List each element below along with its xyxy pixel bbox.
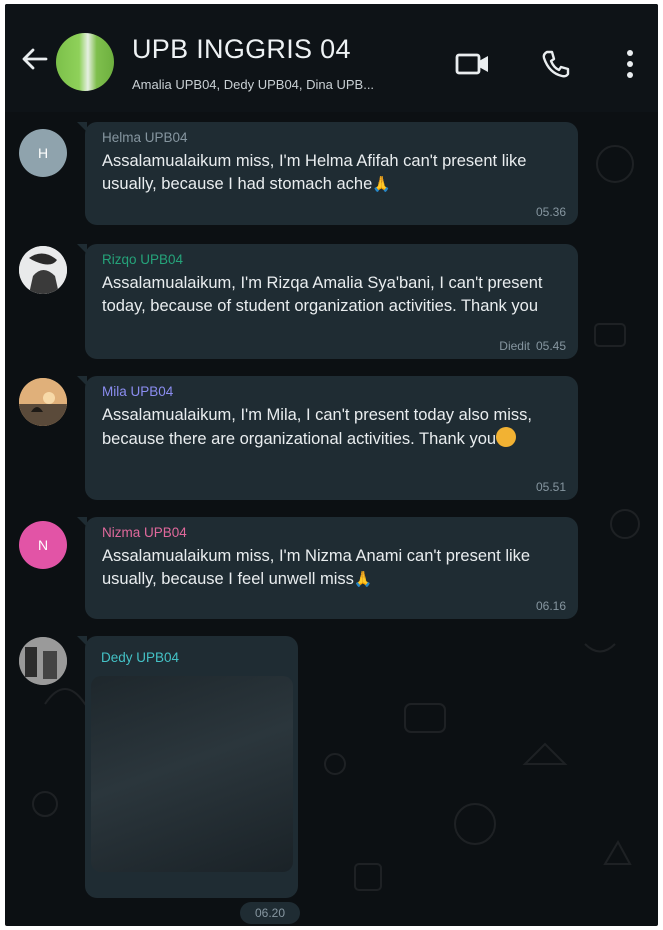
message-time: 06.20 xyxy=(240,902,300,924)
message-time: 06.16 xyxy=(535,599,566,613)
message-text: Assalamualaikum, I'm Rizqa Amalia Sya'ba… xyxy=(102,274,543,315)
chat-screen: UPB INGGRIS 04 Amalia UPB04, Dedy UPB04,… xyxy=(5,4,658,926)
folded-hands-emoji: 🙏 xyxy=(372,176,391,193)
chat-header: UPB INGGRIS 04 Amalia UPB04, Dedy UPB04,… xyxy=(5,4,658,112)
back-arrow-icon xyxy=(22,48,48,70)
media-message-bubble[interactable]: Dedy UPB04 xyxy=(77,636,298,898)
avatar[interactable]: N xyxy=(19,521,67,569)
avatar-initial: H xyxy=(37,145,49,161)
profile-photo xyxy=(19,246,67,294)
video-call-button[interactable] xyxy=(455,46,491,82)
message-time: 05.45 xyxy=(535,339,566,353)
more-options-icon xyxy=(627,50,633,78)
message-time: 05.51 xyxy=(535,480,566,494)
message-meta: Diedit 05.45 xyxy=(499,339,566,353)
sender-name: Helma UPB04 xyxy=(102,130,188,145)
voice-call-icon xyxy=(542,50,570,78)
video-call-icon xyxy=(455,53,488,75)
back-button[interactable] xyxy=(17,42,51,76)
avatar[interactable] xyxy=(19,378,67,426)
message-text: Assalamualaikum miss, I'm Nizma Anami ca… xyxy=(102,545,564,591)
sender-name: Mila UPB04 xyxy=(102,384,174,399)
message-bubble[interactable]: Rizqo UPB04 Assalamualaikum, I'm Rizqa A… xyxy=(77,244,578,359)
edited-label: Diedit xyxy=(499,339,530,353)
folded-hands-emoji: 🙏 xyxy=(353,571,373,588)
profile-photo xyxy=(19,637,67,685)
group-title[interactable]: UPB INGGRIS 04 xyxy=(132,34,351,65)
message-bubble[interactable]: Mila UPB04 Assalamualaikum, I'm Mila, I … xyxy=(77,376,578,500)
sender-name: Nizma UPB04 xyxy=(102,525,187,540)
avatar[interactable] xyxy=(19,246,67,294)
message-text: Assalamualaikum miss, I'm Helma Afifah c… xyxy=(102,150,564,196)
more-options-button[interactable] xyxy=(612,46,648,82)
group-members[interactable]: Amalia UPB04, Dedy UPB04, Dina UPB... xyxy=(132,77,374,92)
profile-photo xyxy=(19,378,67,426)
sender-name: Dedy UPB04 xyxy=(101,650,180,665)
avatar-initial: N xyxy=(37,537,49,553)
voice-call-button[interactable] xyxy=(538,46,574,82)
media-image[interactable] xyxy=(91,676,293,872)
avatar[interactable]: H xyxy=(19,129,67,177)
avatar[interactable] xyxy=(19,637,67,685)
message-bubble[interactable]: Nizma UPB04 Assalamualaikum miss, I'm Ni… xyxy=(77,517,578,619)
sender-name: Rizqo UPB04 xyxy=(102,252,184,267)
group-avatar[interactable] xyxy=(56,33,114,91)
message-text: Assalamualaikum, I'm Mila, I can't prese… xyxy=(102,406,532,448)
message-time: 05.36 xyxy=(535,205,566,219)
smiling-face-emoji xyxy=(496,427,517,447)
message-bubble[interactable]: Helma UPB04 Assalamualaikum miss, I'm He… xyxy=(77,122,578,225)
